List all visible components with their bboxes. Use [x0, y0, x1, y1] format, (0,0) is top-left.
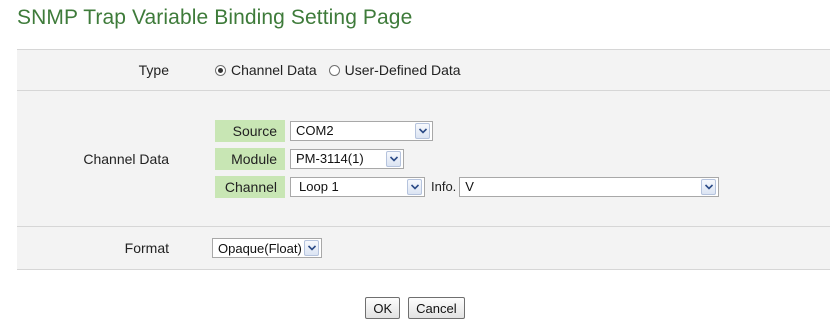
cancel-button[interactable]: Cancel [408, 297, 465, 319]
format-value: Opaque(Float) [192, 227, 830, 269]
chevron-down-icon[interactable] [415, 122, 430, 139]
channel-data-label: Channel Data [83, 150, 169, 167]
radio-channel-data-circle[interactable] [215, 64, 226, 76]
source-select[interactable]: COM2 [290, 120, 433, 141]
type-label: Type [138, 62, 169, 78]
type-value: Channel Data User-Defined Data [192, 50, 830, 90]
chevron-down-icon[interactable] [701, 178, 717, 195]
format-label: Format [124, 240, 169, 256]
radio-user-defined-data[interactable]: User-Defined Data [328, 62, 461, 78]
info-select[interactable]: V [459, 176, 720, 197]
source-line: Source COM2 [215, 119, 719, 143]
radio-channel-data-label[interactable]: Channel Data [231, 62, 317, 78]
format-select[interactable]: Opaque(Float) [212, 238, 322, 258]
channel-select[interactable]: Loop 1 [290, 176, 425, 197]
channel-line: Channel Loop 1 Info. V [215, 175, 720, 199]
info-select-value: V [465, 179, 474, 194]
chevron-down-icon[interactable] [407, 178, 422, 195]
source-tag: Source [215, 119, 285, 142]
format-select-value: Opaque(Float) [218, 240, 302, 256]
source-select-value: COM2 [296, 123, 334, 138]
channel-tag: Channel [215, 175, 285, 198]
page-title: SNMP Trap Variable Binding Setting Page [17, 6, 413, 29]
radio-user-defined-data-circle[interactable] [328, 64, 340, 76]
channel-data-row: Channel Data Source COM2 Module PM-3114(… [17, 90, 830, 226]
type-radio-group: Channel Data User-Defined Data [215, 62, 473, 78]
type-row: Type Channel Data User-Defined Data [17, 49, 830, 90]
module-tag: Module [215, 147, 285, 170]
format-row: Format Opaque(Float) [17, 226, 830, 270]
module-line: Module PM-3114(1) [215, 147, 719, 171]
ok-button[interactable]: OK [365, 297, 401, 319]
channel-data-value: Source COM2 Module PM-3114(1) Channel Lo… [192, 91, 830, 226]
module-select[interactable]: PM-3114(1) [290, 148, 404, 169]
radio-channel-data[interactable]: Channel Data [215, 62, 317, 78]
module-select-value: PM-3114(1) [296, 151, 364, 166]
chevron-down-icon[interactable] [386, 150, 401, 167]
info-label: Info. [431, 179, 457, 194]
form-buttons: OK Cancel [0, 297, 830, 319]
radio-user-defined-data-label[interactable]: User-Defined Data [345, 62, 461, 78]
channel-select-value: Loop 1 [299, 179, 339, 194]
chevron-down-icon[interactable] [304, 240, 319, 256]
settings-form: Type Channel Data User-Defined Data Chan… [17, 49, 830, 270]
